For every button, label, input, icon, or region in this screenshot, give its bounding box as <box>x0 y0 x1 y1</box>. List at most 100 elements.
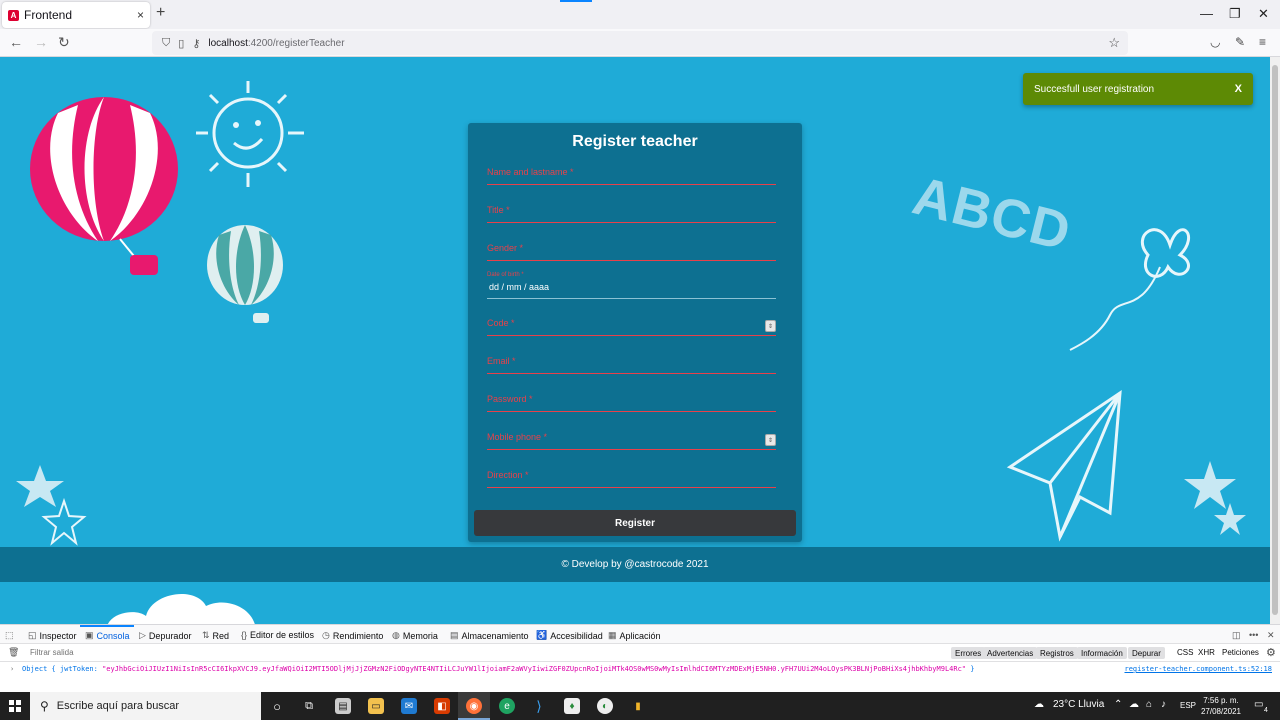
register-button[interactable]: Register <box>474 510 796 536</box>
window-close-icon[interactable]: ✕ <box>1258 6 1269 22</box>
tab-performance[interactable]: ◷ Rendimiento <box>322 630 383 641</box>
windows-taskbar: ⚲ Escribe aquí para buscar ○ ⧉ ▤ ▭ ✉ ◧ ◉… <box>0 692 1280 720</box>
restore-icon[interactable]: ❐ <box>1229 6 1241 22</box>
filter-debug[interactable]: Depurar <box>1128 647 1165 659</box>
tab-close-icon[interactable]: × <box>137 8 144 22</box>
tab-debugger[interactable]: ▷ Depurador <box>139 630 191 641</box>
language-indicator[interactable]: ESP <box>1180 701 1196 710</box>
tab-storage[interactable]: ▤ Almacenamiento <box>450 630 529 641</box>
weather-text[interactable]: 23°C Lluvia <box>1053 699 1104 710</box>
code-spinner-icon[interactable]: ⇕ <box>765 320 776 332</box>
bookmark-star-icon[interactable]: ☆ <box>1108 35 1120 51</box>
phone-spinner-icon[interactable]: ⇕ <box>765 434 776 446</box>
email-field[interactable]: Email * <box>487 348 776 374</box>
paper-plane-doodle-icon <box>1006 390 1122 542</box>
tab-inspector[interactable]: ◱ Inspector <box>28 630 77 641</box>
back-icon[interactable]: ← <box>9 34 23 50</box>
filter-xhr[interactable]: XHR <box>1198 648 1215 657</box>
key-icon[interactable]: ⚷ <box>192 37 200 50</box>
filter-warnings[interactable]: Advertencias <box>983 647 1038 659</box>
field-label: Title * <box>487 205 510 215</box>
notifications-icon[interactable]: ▭ <box>1254 699 1263 710</box>
network-icon[interactable]: ⌂ <box>1146 699 1152 710</box>
filter-requests[interactable]: Peticiones <box>1222 648 1259 657</box>
vscode-icon[interactable]: ⟩ <box>531 698 547 714</box>
mobile-phone-field[interactable]: Mobile phone * ⇕ <box>487 424 776 450</box>
url-host: localhost <box>208 37 248 49</box>
tab-application[interactable]: ▦ Aplicación <box>608 630 661 641</box>
store-icon[interactable]: ▤ <box>335 698 351 714</box>
console-log-line[interactable]: Object { jwtToken: "eyJhbGciOiJIUzI1NiIs… <box>22 665 1102 673</box>
scrollbar-thumb[interactable] <box>1272 65 1278 615</box>
success-toast: Succesfull user registration X <box>1023 73 1253 105</box>
hot-air-balloon-teal-icon <box>207 225 283 323</box>
filter-info[interactable]: Información <box>1077 647 1127 659</box>
firefox-icon[interactable]: ◉ <box>466 698 482 714</box>
pocket-icon[interactable]: ◡ <box>1210 35 1220 49</box>
tab-memory[interactable]: ◍ Memoria <box>392 630 438 641</box>
filter-css[interactable]: CSS <box>1177 648 1193 657</box>
volume-icon[interactable]: ♪ <box>1161 699 1166 710</box>
windows-start-icon[interactable] <box>9 700 21 712</box>
code-field[interactable]: Code * ⇕ <box>487 310 776 336</box>
system-clock[interactable]: 7:56 p. m. 27/08/2021 <box>1196 695 1246 717</box>
storage-icon: ▤ <box>450 630 459 640</box>
url-bar[interactable]: ⛉ ▯ ⚷ localhost :4200/registerTeacher ☆ <box>152 31 1128 55</box>
page-scrollbar[interactable] <box>1270 57 1280 624</box>
footer-text: © Develop by @castrocode 2021 <box>561 559 709 570</box>
file-explorer-icon[interactable]: ▭ <box>368 698 384 714</box>
title-field[interactable]: Title * <box>487 197 776 223</box>
devtools-close-icon[interactable]: ✕ <box>1267 630 1278 641</box>
minimize-icon[interactable]: — <box>1200 6 1213 21</box>
filter-errors[interactable]: Errores <box>951 647 986 659</box>
taskbar-search-placeholder: Escribe aquí para buscar <box>56 700 180 712</box>
office-icon[interactable]: ◧ <box>434 698 450 714</box>
password-field[interactable]: Password * <box>487 386 776 412</box>
tab-network[interactable]: ⇅ Red <box>202 630 229 641</box>
field-label: Mobile phone * <box>487 432 548 442</box>
eyedropper-icon[interactable]: ✎ <box>1235 35 1245 49</box>
dock-icon[interactable]: ◫ <box>1232 630 1244 641</box>
trash-icon[interactable]: 🗑 <box>8 647 19 658</box>
edge-icon[interactable]: e <box>499 698 515 714</box>
taskbar-search[interactable]: ⚲ Escribe aquí para buscar <box>30 692 261 720</box>
element-picker-icon[interactable]: ⬚ <box>5 630 17 641</box>
sun-doodle-icon <box>196 81 304 187</box>
tab-console[interactable]: ▣ Consola <box>85 630 130 641</box>
jwt-token-value: "eyJhbGciOiJIUzI1NiIsInR5cCI6IkpXVCJ9.ey… <box>102 665 967 673</box>
mail-icon[interactable]: ✉ <box>401 698 417 714</box>
forward-icon[interactable]: → <box>34 34 48 50</box>
reload-icon[interactable]: ↻ <box>58 34 70 51</box>
mongodb-icon[interactable]: ♦ <box>564 698 580 714</box>
new-tab-button[interactable]: + <box>156 4 165 22</box>
network-icon: ⇅ <box>202 630 210 640</box>
app-icon[interactable]: ▮ <box>630 698 646 714</box>
filter-input[interactable]: Filtrar salida <box>30 648 74 657</box>
task-view-icon[interactable]: ⧉ <box>301 698 317 714</box>
onedrive-icon[interactable]: ☁ <box>1129 699 1139 710</box>
tab-accessibility[interactable]: ♿ Accesibilidad <box>536 630 603 641</box>
inspector-icon: ◱ <box>28 630 37 640</box>
tray-chevron-icon[interactable]: ⌃ <box>1114 699 1122 710</box>
direction-field[interactable]: Direction * <box>487 462 776 488</box>
field-label: Direction * <box>487 470 529 480</box>
form-title: Register teacher <box>572 133 698 150</box>
cortana-icon[interactable]: ○ <box>269 698 285 714</box>
console-output: › Object { jwtToken: "eyJhbGciOiJIUzI1Ni… <box>0 662 1280 692</box>
compass-icon[interactable]: ◐ <box>597 698 613 714</box>
more-options-icon[interactable]: ••• <box>1249 630 1261 640</box>
log-source-link[interactable]: register-teacher.component.ts:52:18 <box>1124 665 1272 673</box>
shield-icon[interactable]: ⛉ <box>162 37 170 50</box>
abcd-blocks-doodle: ABCD <box>907 165 1077 263</box>
date-of-birth-field[interactable]: Date of birth * dd / mm / aaaa <box>487 267 776 299</box>
gender-field[interactable]: Gender * <box>487 235 776 261</box>
menu-icon[interactable]: ≡ <box>1259 35 1266 49</box>
expand-triangle-icon[interactable]: › <box>10 665 14 673</box>
debugger-icon: ▷ <box>139 630 146 640</box>
tab-style-editor[interactable]: {} Editor de estilos <box>241 630 314 640</box>
browser-tab[interactable]: A Frontend × <box>2 2 150 28</box>
filter-logs[interactable]: Registros <box>1036 647 1078 659</box>
console-settings-icon[interactable]: ⚙ <box>1266 646 1276 659</box>
name-lastname-field[interactable]: Name and lastname * <box>487 159 776 185</box>
toast-close-button[interactable]: X <box>1235 83 1242 95</box>
